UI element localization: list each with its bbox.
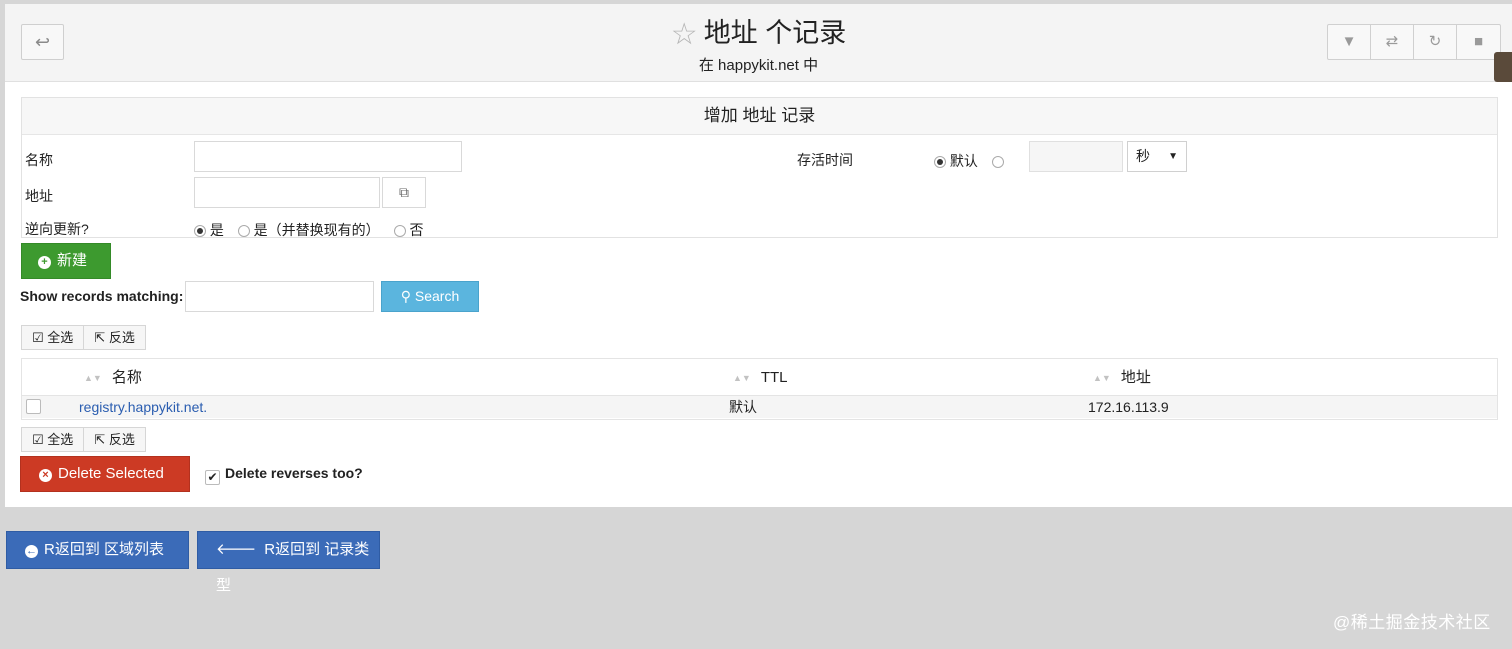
main-panel: ↩ ☆ 地址 个记录 在 happykit.net 中 ▼ ⇄ ↻ ■ 增加 地址… bbox=[5, 4, 1512, 507]
share-icon: ⇱ bbox=[94, 432, 106, 447]
check-square-icon: ☑ bbox=[32, 432, 44, 447]
select-controls-top: ☑ 全选 ⇱ 反选 bbox=[21, 325, 146, 350]
toolbar: ▼ ⇄ ↻ ■ bbox=[1327, 24, 1501, 60]
reverse-no-radio[interactable] bbox=[393, 225, 406, 237]
ttl-value-input[interactable] bbox=[1029, 141, 1123, 172]
invert-button[interactable]: ⇱ 反选 bbox=[84, 428, 145, 451]
name-input[interactable] bbox=[194, 141, 462, 172]
select-controls-bottom: ☑ 全选 ⇱ 反选 bbox=[21, 427, 146, 452]
delete-selected-button[interactable]: × Delete Selected bbox=[20, 456, 190, 492]
delete-reverses-label: Delete reverses too? bbox=[225, 465, 363, 481]
col-header-ttl[interactable]: ▲▼ TTL bbox=[733, 359, 788, 397]
page-title: 地址 个记录 bbox=[703, 18, 847, 48]
title-block: ☆ 地址 个记录 在 happykit.net 中 bbox=[5, 16, 1512, 75]
side-tab[interactable] bbox=[1494, 52, 1512, 82]
reverse-options: 是 是（并替换现有的） 否 bbox=[194, 220, 433, 240]
reverse-yes-label: 是 bbox=[209, 222, 224, 238]
sort-icon: ▲▼ bbox=[84, 373, 102, 383]
form-heading: 增加 地址 记录 bbox=[22, 98, 1497, 135]
refresh-button[interactable]: ↻ bbox=[1414, 25, 1457, 59]
stop-icon: ■ bbox=[1473, 33, 1484, 50]
new-record-button[interactable]: + 新建 bbox=[21, 243, 111, 279]
search-button-label: Search bbox=[414, 288, 460, 304]
address-label: 地址 bbox=[25, 188, 53, 204]
chevron-down-icon: ▼ bbox=[1168, 151, 1178, 162]
ttl-custom-radio[interactable] bbox=[991, 156, 1004, 168]
sort-icon: ▲▼ bbox=[1093, 373, 1111, 383]
record-ttl: 默认 bbox=[729, 399, 757, 415]
ttl-default-radio[interactable] bbox=[934, 156, 946, 168]
swap-icon: ⇄ bbox=[1385, 33, 1399, 50]
swap-button[interactable]: ⇄ bbox=[1371, 25, 1414, 59]
back-zones-label: R返回到 区域列表 bbox=[44, 541, 165, 558]
star-icon[interactable]: ☆ bbox=[671, 18, 698, 51]
record-name-link[interactable]: registry.happykit.net. bbox=[79, 396, 207, 418]
name-label: 名称 bbox=[25, 152, 53, 168]
new-label: 新建 bbox=[57, 252, 88, 269]
address-input[interactable] bbox=[194, 177, 380, 208]
select-all-label: 全选 bbox=[47, 330, 74, 345]
col-address-label: 地址 bbox=[1120, 369, 1151, 386]
watermark: @稀土掘金技术社区 bbox=[1333, 613, 1491, 632]
ttl-label: 存活时间 bbox=[797, 152, 853, 168]
reverse-replace-label: 是（并替换现有的） bbox=[253, 222, 380, 238]
col-header-address[interactable]: ▲▼ 地址 bbox=[1093, 359, 1151, 397]
check-square-icon: ☑ bbox=[32, 330, 44, 345]
search-button[interactable]: ⚲ Search bbox=[381, 281, 479, 312]
invert-label: 反选 bbox=[108, 330, 135, 345]
reverse-replace-radio[interactable] bbox=[237, 225, 250, 237]
select-all-button[interactable]: ☑ 全选 bbox=[22, 326, 85, 349]
search-input[interactable] bbox=[185, 281, 374, 312]
table-header: ▲▼ 名称 ▲▼ TTL ▲▼ 地址 bbox=[22, 359, 1497, 396]
reverse-yes-radio[interactable] bbox=[194, 225, 206, 237]
ttl-default-label: 默认 bbox=[949, 153, 978, 169]
select-all-button[interactable]: ☑ 全选 bbox=[22, 428, 85, 451]
record-address: 172.16.113.9 bbox=[1088, 399, 1169, 415]
back-to-types-button[interactable]: 🡐 R返回到 记录类型 bbox=[197, 531, 380, 594]
col-ttl-label: TTL bbox=[760, 369, 788, 386]
ttl-unit-value: 秒 bbox=[1136, 148, 1150, 164]
col-name-label: 名称 bbox=[111, 369, 142, 386]
arrow-left-icon: 🡐 bbox=[216, 541, 257, 558]
reverse-no-label: 否 bbox=[409, 222, 424, 238]
filter-button[interactable]: ▼ bbox=[1328, 25, 1371, 59]
delete-reverses-checkbox[interactable]: ✔ bbox=[205, 470, 220, 485]
close-circle-icon: × bbox=[39, 469, 52, 482]
arrow-left-circle-icon: ← bbox=[25, 545, 38, 558]
search-icon: ⚲ bbox=[400, 288, 411, 304]
select-all-label: 全选 bbox=[47, 432, 74, 447]
back-to-zones-button[interactable]: ← R返回到 区域列表 bbox=[6, 531, 189, 569]
copy-button[interactable]: ⧉ bbox=[382, 177, 426, 208]
reverse-label: 逆向更新? bbox=[25, 221, 89, 237]
col-header-name[interactable]: ▲▼ 名称 bbox=[84, 359, 142, 397]
add-record-form: 增加 地址 记录 名称 存活时间 默认 秒 ▼ 地址 ⧉ 逆向更新? 是 是（并… bbox=[21, 97, 1498, 238]
table-row: registry.happykit.net. 默认 172.16.113.9 bbox=[22, 396, 1497, 418]
plus-circle-icon: + bbox=[38, 256, 51, 269]
ttl-options: 默认 bbox=[934, 151, 1004, 171]
records-table: ▲▼ 名称 ▲▼ TTL ▲▼ 地址 registry.happykit.net. 默… bbox=[21, 358, 1498, 420]
filter-icon: ▼ bbox=[1341, 33, 1357, 50]
refresh-icon: ↻ bbox=[1428, 33, 1442, 50]
search-label: Show records matching: bbox=[20, 288, 184, 304]
page-subtitle: 在 happykit.net 中 bbox=[698, 57, 819, 74]
invert-label: 反选 bbox=[108, 432, 135, 447]
sort-icon: ▲▼ bbox=[733, 373, 751, 383]
page-header: ↩ ☆ 地址 个记录 在 happykit.net 中 ▼ ⇄ ↻ ■ bbox=[5, 4, 1512, 82]
delete-selected-label: Delete Selected bbox=[58, 465, 164, 482]
share-icon: ⇱ bbox=[94, 330, 106, 345]
copy-icon: ⧉ bbox=[399, 184, 409, 200]
row-checkbox[interactable] bbox=[26, 399, 41, 414]
invert-button[interactable]: ⇱ 反选 bbox=[84, 326, 145, 349]
delete-reverses-option[interactable]: ✔ Delete reverses too? bbox=[205, 465, 363, 485]
ttl-unit-select[interactable]: 秒 ▼ bbox=[1127, 141, 1187, 172]
